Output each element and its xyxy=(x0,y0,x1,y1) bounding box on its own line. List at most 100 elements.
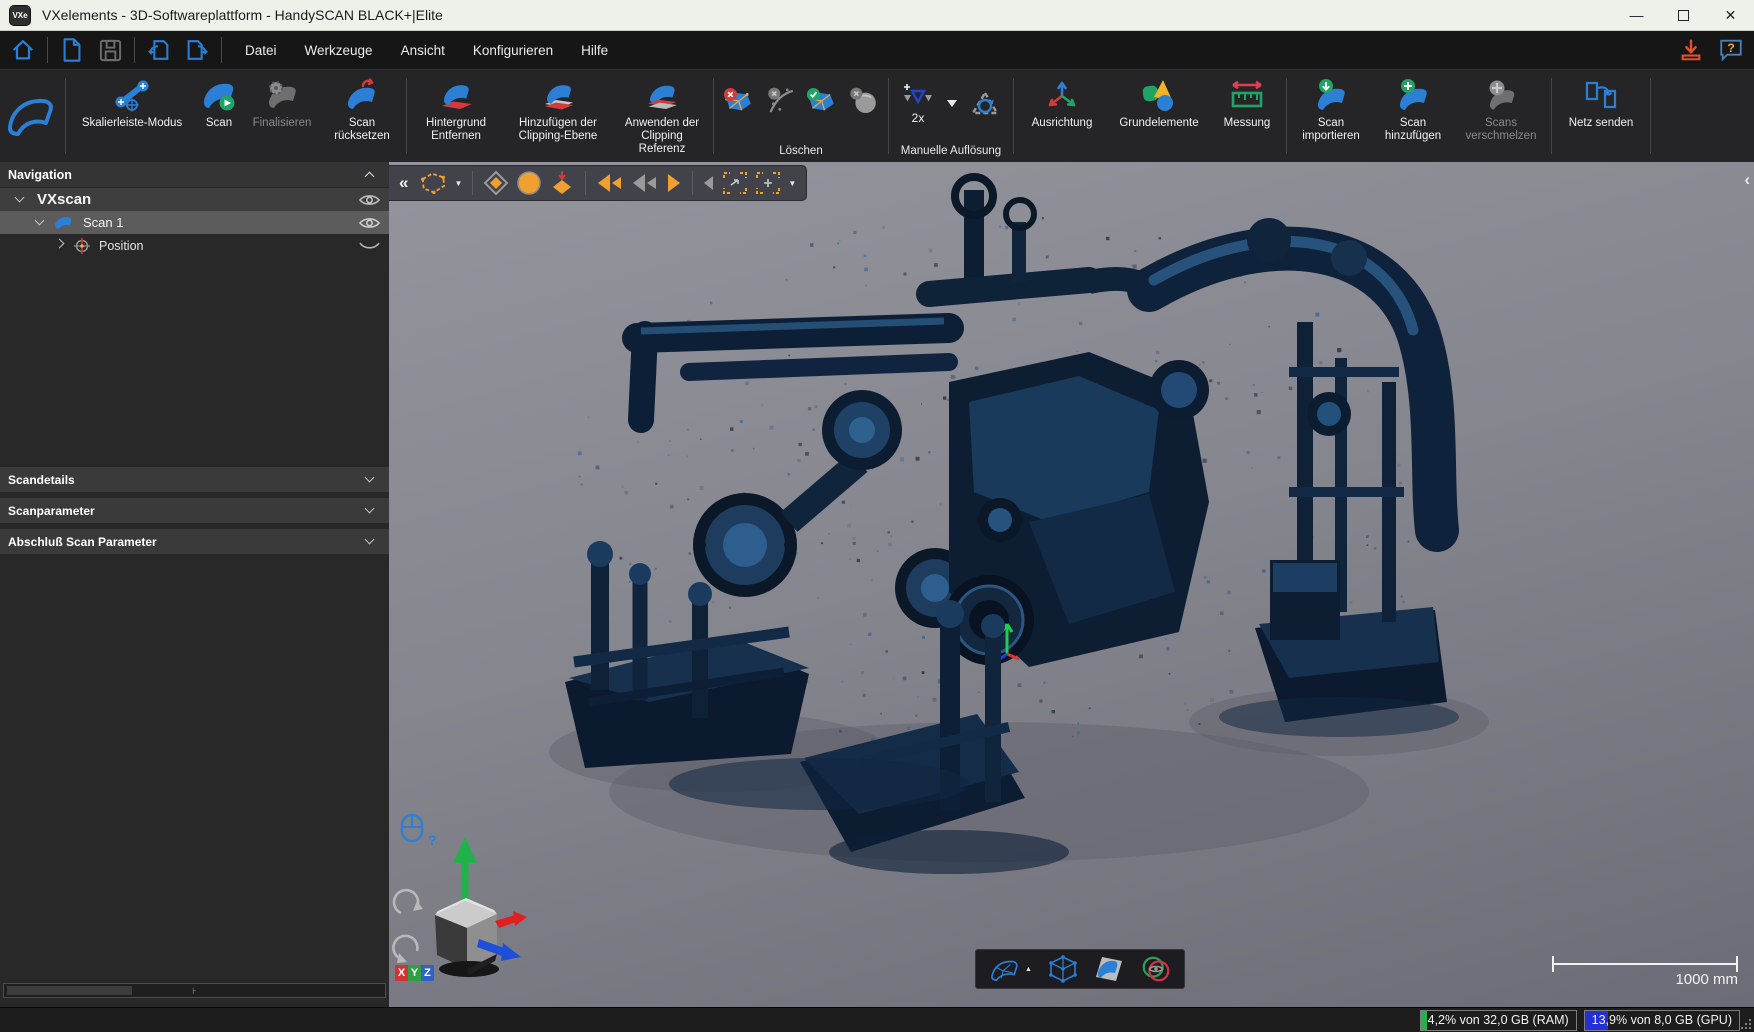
maximize-button[interactable] xyxy=(1660,0,1707,30)
menu-datei[interactable]: Datei xyxy=(231,31,291,69)
ribbon-separator xyxy=(888,78,889,154)
tree-item-vxscan[interactable]: VXscan xyxy=(0,188,389,211)
minimize-button[interactable]: — xyxy=(1613,0,1660,30)
previous-target-disabled-button[interactable] xyxy=(631,172,659,194)
flat-shading-button[interactable] xyxy=(483,170,509,196)
section-scandetails[interactable]: Scandetails xyxy=(0,467,389,492)
navigation-title: Navigation xyxy=(8,168,72,182)
clipping-plane-view-button[interactable] xyxy=(1094,955,1124,983)
bracket-target-plus-icon xyxy=(755,171,781,195)
clipping-referenz-anwenden-button[interactable]: Anwenden der Clipping Referenz xyxy=(614,70,710,162)
home-button[interactable] xyxy=(8,35,38,65)
expand-chevron-icon[interactable] xyxy=(15,193,25,203)
bounding-box-button[interactable] xyxy=(1048,954,1078,984)
next-target-button[interactable] xyxy=(666,172,682,194)
close-button[interactable]: ✕ xyxy=(1707,0,1754,30)
resolution-dropdown-caret[interactable] xyxy=(946,98,958,108)
scans-verschmelzen-button[interactable]: Scans verschmelzen xyxy=(1454,70,1548,162)
step-back-button[interactable] xyxy=(703,174,715,192)
menu-hilfe[interactable]: Hilfe xyxy=(567,31,622,69)
new-session-button[interactable] xyxy=(57,35,87,65)
target-frame-add-button[interactable] xyxy=(755,171,781,195)
visibility-toggle[interactable] xyxy=(358,193,381,207)
expand-chevron-icon[interactable] xyxy=(35,216,45,226)
delete-sphere-button-disabled[interactable] xyxy=(848,85,880,117)
vxscan-tab-button[interactable] xyxy=(0,70,62,162)
mesh-display-button[interactable]: ▲ xyxy=(988,956,1032,982)
visibility-toggle[interactable] xyxy=(358,216,381,230)
auto-resolution-button-disabled[interactable] xyxy=(968,88,1002,118)
redo-session-button[interactable] xyxy=(182,35,212,65)
help-feedback-button[interactable]: ? xyxy=(1716,35,1746,65)
grundelemente-button[interactable]: Grundelemente xyxy=(1107,70,1211,162)
section-scanparameter[interactable]: Scanparameter xyxy=(0,498,389,523)
scan-hinzufuegen-button[interactable]: Scan hinzufügen xyxy=(1372,70,1454,162)
section-chevron-icon[interactable] xyxy=(365,473,375,483)
navigation-cube[interactable]: ? xyxy=(391,809,533,985)
scale-line xyxy=(1552,963,1738,965)
scan-importieren-button[interactable]: Scan importieren xyxy=(1290,70,1372,162)
surface-display-mode-button[interactable] xyxy=(419,170,447,196)
menu-separator xyxy=(47,37,48,63)
dropdown-caret-icon[interactable]: ▼ xyxy=(788,179,796,188)
delete-curve-button-disabled[interactable] xyxy=(765,85,797,117)
smooth-shading-button[interactable] xyxy=(516,170,542,196)
menu-ansicht[interactable]: Ansicht xyxy=(387,31,459,69)
tree-item-position[interactable]: Position xyxy=(0,234,389,257)
mouse-help-icon: ? xyxy=(428,832,437,848)
sidebar-scrollbar[interactable]: ⊦ xyxy=(3,983,386,998)
new-document-icon xyxy=(60,37,84,63)
save-button[interactable] xyxy=(95,35,125,65)
splitter-grip-icon[interactable]: ⊦ xyxy=(192,986,197,997)
axis-y-label: Y xyxy=(408,965,421,981)
tree-item-scan1[interactable]: Scan 1 xyxy=(0,211,389,234)
normals-display-button[interactable] xyxy=(549,170,575,196)
collapse-panel-right-button[interactable]: ‹ xyxy=(1744,170,1750,190)
apply-clipping-icon xyxy=(642,79,682,113)
menu-konfigurieren[interactable]: Konfigurieren xyxy=(459,31,567,69)
collapse-panel-left-button[interactable]: « xyxy=(395,173,412,193)
messung-button[interactable]: Messung xyxy=(1211,70,1283,162)
panel-collapse-chevron-icon[interactable] xyxy=(365,172,375,182)
remove-background-icon xyxy=(436,79,476,113)
target-frame-button[interactable] xyxy=(722,171,748,195)
menu-werkzeuge[interactable]: Werkzeuge xyxy=(291,31,387,69)
clipping-ebene-hinzufuegen-button[interactable]: Hinzufügen der Clipping-Ebene xyxy=(502,70,614,162)
delete-selection-button[interactable] xyxy=(723,85,755,117)
display-caret-icon[interactable]: ▲ xyxy=(1025,966,1032,973)
finalisieren-button[interactable]: Finalisieren xyxy=(243,70,321,162)
visibility-toggle[interactable] xyxy=(358,239,381,253)
resolution-2x-button[interactable]: 2x xyxy=(900,81,936,125)
gray-triangle-left-icon xyxy=(703,174,715,192)
collapsed-chevron-icon[interactable] xyxy=(55,239,65,249)
dropdown-caret-icon[interactable]: ▼ xyxy=(454,179,462,188)
download-updates-button[interactable] xyxy=(1676,35,1706,65)
aufloesung-group-label: Manuelle Auflösung xyxy=(898,145,1004,160)
window-controls: — ✕ xyxy=(1613,0,1754,30)
previous-target-button[interactable] xyxy=(596,172,624,194)
ribbon-separator xyxy=(65,78,66,154)
hintergrund-entfernen-button[interactable]: Hintergrund Entfernen xyxy=(410,70,502,162)
3d-viewport[interactable]: « ▼ xyxy=(389,162,1754,1007)
keep-selection-button[interactable] xyxy=(806,85,838,117)
netz-senden-button[interactable]: Netz senden xyxy=(1555,70,1647,162)
scan-button[interactable]: Scan xyxy=(195,70,243,162)
ausrichtung-button[interactable]: Ausrichtung xyxy=(1017,70,1107,162)
scale-label: 1000 mm xyxy=(1675,971,1738,988)
vxelements-window: VXe VXelements - 3D-Softwareplattform - … xyxy=(0,0,1754,1032)
visibility-options-button[interactable] xyxy=(1140,955,1172,983)
eye-icon xyxy=(358,193,381,207)
gpu-usage-meter: 13,9% von 8,0 GB (GPU) xyxy=(1584,1010,1740,1031)
scan-ruecksetzen-button[interactable]: Scan rücksetzen xyxy=(321,70,403,162)
section-abschluss-scan-parameter[interactable]: Abschluß Scan Parameter xyxy=(0,529,389,554)
section-chevron-icon[interactable] xyxy=(365,504,375,514)
section-chevron-icon[interactable] xyxy=(365,535,375,545)
navigation-panel-header[interactable]: Navigation xyxy=(0,162,389,187)
skalierleiste-modus-button[interactable]: Skalierleiste-Modus xyxy=(69,70,195,162)
redo-session-icon xyxy=(184,37,210,63)
ribbon-separator xyxy=(1286,78,1287,154)
resize-grip-icon[interactable] xyxy=(1740,1018,1752,1030)
vxscan-logo-icon xyxy=(5,93,57,139)
restore-session-button[interactable] xyxy=(144,35,174,65)
scrollbar-thumb[interactable] xyxy=(7,986,132,995)
